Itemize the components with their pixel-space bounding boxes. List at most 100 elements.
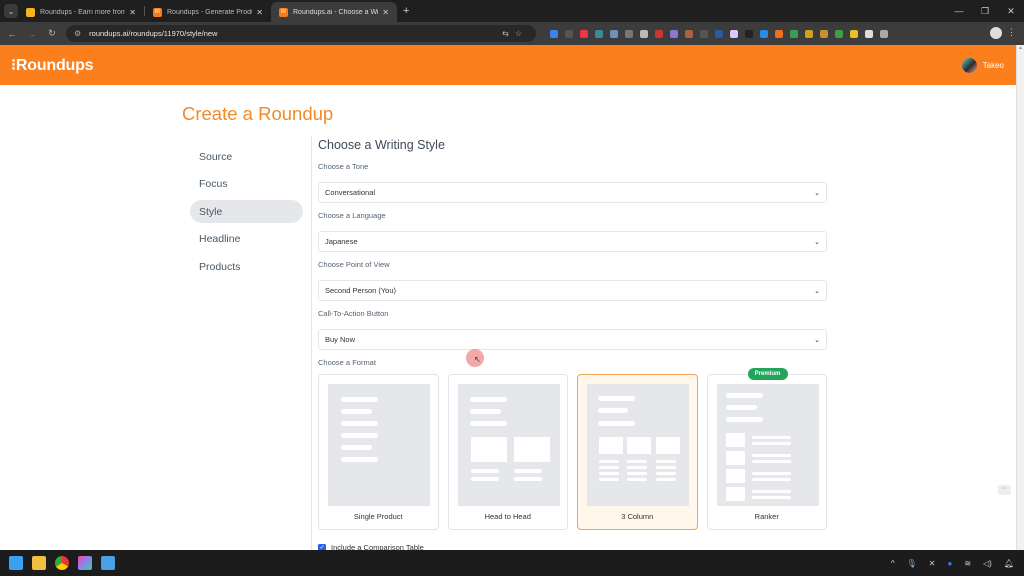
site-settings-icon[interactable]: ⚙ [74, 29, 81, 38]
window-controls: — ❐ ✕ [946, 0, 1024, 22]
file-explorer-icon[interactable] [32, 556, 46, 570]
browser-toolbar: ← → ↻ ⚙ roundups.ai/roundups/11970/style… [0, 22, 1024, 45]
step-style[interactable]: Style [190, 200, 303, 223]
browser-menu-icon[interactable]: ⋮ [1007, 27, 1016, 38]
browser-extension-icon[interactable] [670, 29, 678, 38]
chevron-down-icon: ⌄ [814, 189, 820, 197]
x-app-icon[interactable]: ✕ [929, 559, 936, 568]
cta-label: Call-To-Action Button [318, 309, 389, 318]
writing-style-form: Choose a Writing Style Choose a Tone Con… [318, 138, 827, 530]
new-tab-button[interactable]: + [403, 5, 409, 17]
browser-extension-icon[interactable] [610, 29, 618, 38]
browser-extension-icon[interactable] [565, 29, 573, 38]
point-of-view-select[interactable]: Second Person (You) ⌄ [318, 280, 827, 301]
minimize-icon[interactable]: — [946, 6, 972, 16]
tab-title: Roundups - Earn more from yo [40, 8, 126, 16]
browser-extension-icon[interactable] [730, 29, 738, 38]
browser-extension-icon[interactable] [625, 29, 633, 38]
browser-extension-icon[interactable] [865, 29, 873, 38]
wizard-steps-nav: Source Focus Style Headline Products [190, 145, 303, 283]
edge-icon[interactable]: ● [947, 559, 952, 568]
format-label-text: Head to Head [484, 512, 531, 521]
extensions-bar [550, 29, 888, 38]
close-icon[interactable]: ✕ [256, 8, 263, 17]
translate-icon[interactable]: ⇆ [502, 29, 515, 38]
bookmark-star-icon[interactable]: ☆ [515, 29, 528, 38]
browser-extension-icon[interactable] [580, 29, 588, 38]
browser-extension-icon[interactable] [760, 29, 768, 38]
scroll-up-icon[interactable]: ▲ [1017, 45, 1024, 53]
step-products[interactable]: Products [190, 255, 303, 278]
layout-preview-3-column [587, 384, 689, 506]
tab-title: Roundups.ai - Choose a Writing [293, 8, 378, 16]
system-tray: ^ 🎙 ✕ ● ≋ ◁) 🔔︎ [891, 559, 1014, 568]
back-icon[interactable]: ← [2, 29, 22, 39]
format-card-single-product[interactable]: Single Product [318, 374, 439, 530]
browser-extension-icon[interactable] [595, 29, 603, 38]
notification-bell-icon[interactable]: 🔔︎ [1004, 559, 1014, 568]
chrome-icon[interactable] [55, 556, 69, 570]
browser-extension-icon[interactable] [745, 29, 753, 38]
browser-extension-icon[interactable] [850, 29, 858, 38]
browser-extension-icon[interactable] [880, 29, 888, 38]
format-options: Single Product Head to Head 3 Column Pre… [318, 368, 827, 530]
volume-icon[interactable]: ◁) [983, 559, 992, 568]
tab-search-button[interactable]: ⌄ [4, 4, 18, 18]
close-window-icon[interactable]: ✕ [998, 6, 1024, 17]
browser-extension-icon[interactable] [775, 29, 783, 38]
notepad-icon[interactable] [101, 556, 115, 570]
browser-extension-icon[interactable] [640, 29, 648, 38]
floating-widget-icon[interactable]: ⋯ [998, 485, 1011, 495]
format-label-text: Single Product [353, 512, 403, 521]
browser-extension-icon[interactable] [655, 29, 663, 38]
language-select[interactable]: Japanese ⌄ [318, 231, 827, 252]
browser-tab-3[interactable]: IR Roundups.ai - Choose a Writing ✕ [271, 2, 397, 22]
address-bar[interactable]: ⚙ roundups.ai/roundups/11970/style/new ⇆… [66, 25, 536, 42]
browser-tab-2[interactable]: IR Roundups - Generate Product I ✕ [145, 2, 271, 22]
browser-extension-icon[interactable] [805, 29, 813, 38]
close-icon[interactable]: ✕ [129, 8, 136, 17]
page-scrollbar[interactable]: ▲ [1016, 45, 1024, 550]
format-card-ranker[interactable]: Premium Ranker [706, 368, 827, 530]
browser-tab-1[interactable]: Roundups - Earn more from yo ✕ [18, 2, 144, 22]
language-label: Choose a Language [318, 211, 386, 220]
restore-icon[interactable]: ❐ [972, 6, 998, 17]
page-title: Create a Roundup [182, 103, 334, 124]
app-icon[interactable] [78, 556, 92, 570]
format-card-3-column[interactable]: 3 Column [577, 374, 698, 530]
format-card-head-to-head[interactable]: Head to Head [447, 374, 568, 530]
windows-start-icon[interactable] [9, 556, 23, 570]
step-source[interactable]: Source [190, 145, 303, 168]
browser-extension-icon[interactable] [700, 29, 708, 38]
language-value: Japanese [325, 237, 358, 246]
step-headline[interactable]: Headline [190, 228, 303, 251]
forward-icon[interactable]: → [22, 29, 42, 39]
point-of-view-value: Second Person (You) [325, 286, 397, 295]
tone-select[interactable]: Conversational ⌄ [318, 182, 827, 203]
wifi-icon[interactable]: ≋ [964, 559, 971, 568]
chevron-down-icon: ⌄ [814, 287, 820, 295]
profile-avatar[interactable] [990, 27, 1002, 39]
reload-icon[interactable]: ↻ [42, 28, 62, 39]
browser-extension-icon[interactable] [550, 29, 558, 38]
browser-extension-icon[interactable] [835, 29, 843, 38]
step-focus[interactable]: Focus [190, 173, 303, 196]
premium-badge: Premium [747, 368, 788, 380]
roundups-r-icon: IR [153, 7, 162, 17]
cta-select[interactable]: Buy Now ⌄ [318, 329, 827, 350]
close-icon[interactable]: ✕ [382, 8, 389, 17]
chevron-down-icon: ⌄ [814, 238, 820, 246]
microphone-icon[interactable]: 🎙 [907, 559, 917, 568]
browser-extension-icon[interactable] [685, 29, 693, 38]
browser-extension-icon[interactable] [715, 29, 723, 38]
browser-extension-icon[interactable] [790, 29, 798, 38]
app-header: ⁝Roundups Takeo [0, 45, 1016, 85]
user-menu[interactable]: Takeo [961, 57, 1004, 73]
layout-preview-single-product [328, 384, 430, 506]
roundups-logo[interactable]: ⁝Roundups [11, 55, 94, 75]
divider [311, 136, 312, 550]
format-label: Choose a Format [318, 358, 376, 367]
browser-extension-icon[interactable] [820, 29, 828, 38]
chevron-up-icon[interactable]: ^ [891, 559, 895, 568]
browser-tab-bar: ⌄ Roundups - Earn more from yo ✕ IR Roun… [0, 0, 1024, 22]
